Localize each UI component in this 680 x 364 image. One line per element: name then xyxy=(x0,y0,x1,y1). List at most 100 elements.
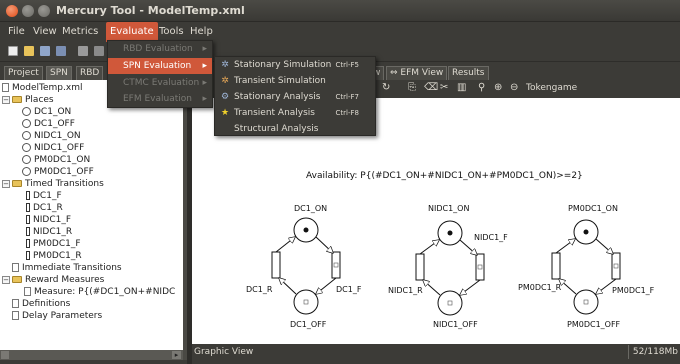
arc xyxy=(423,280,441,296)
tokengame-button[interactable]: Tokengame xyxy=(526,83,577,93)
tree-measure-item[interactable]: Measure: P{(#DC1_ON+#NIDC xyxy=(24,286,175,298)
transition-pm0dc1-r[interactable] xyxy=(551,252,561,280)
arc xyxy=(559,279,577,295)
submenu-arrow-icon: ▸ xyxy=(202,94,207,104)
tree-definitions[interactable]: Definitions xyxy=(12,298,70,310)
collapse-icon[interactable]: − xyxy=(2,95,10,104)
spn-evaluation-submenu: ✲ Stationary Simulation Ctrl-F5 ✲ Transient… xyxy=(214,56,376,136)
save-all-icon[interactable] xyxy=(56,46,66,56)
menu-metrics[interactable]: Metrics xyxy=(58,22,102,42)
cut-icon[interactable]: ✂ xyxy=(440,82,448,93)
transition-label: DC1_R xyxy=(246,285,273,294)
tree-place-item[interactable]: PM0DC1_ON xyxy=(22,154,90,166)
arc xyxy=(279,278,297,295)
memory-indicator: 52/118Mb xyxy=(627,345,678,359)
save-icon[interactable] xyxy=(40,46,50,56)
tab-spn[interactable]: SPN xyxy=(46,66,72,80)
scroll-right-arrow[interactable]: ▸ xyxy=(172,351,181,359)
place-icon xyxy=(22,119,31,128)
menu-item-transient-simulation[interactable]: ✲ Transient Simulation xyxy=(215,73,375,89)
submenu-arrow-icon: ▸ xyxy=(202,61,207,71)
delete-icon[interactable]: ⌫ xyxy=(424,82,438,93)
transition-label: DC1_F xyxy=(336,285,362,294)
menu-item-stationary-analysis[interactable]: ⚙ Stationary Analysis Ctrl-F7 xyxy=(215,89,375,105)
menu-file[interactable]: File xyxy=(4,22,29,42)
place-icon xyxy=(22,143,31,152)
transition-marker xyxy=(333,262,339,268)
transition-dc1-r[interactable] xyxy=(271,251,281,279)
tree-places[interactable]: − Places xyxy=(2,94,54,106)
document-icon xyxy=(24,287,31,296)
folder-icon xyxy=(12,276,22,283)
transition-nidc1-r[interactable] xyxy=(415,253,425,281)
tab-rbd[interactable]: RBD xyxy=(76,66,104,80)
zoom-in-icon[interactable]: ⊕ xyxy=(494,82,502,93)
tree-transition-item[interactable]: PM0DC1_R xyxy=(26,250,82,262)
redo-icon[interactable]: ↻ xyxy=(382,82,390,93)
tree-immediate-transitions[interactable]: Immediate Transitions xyxy=(12,262,122,274)
menu-item-rbd-evaluation[interactable]: RBD Evaluation ▸ xyxy=(108,41,212,57)
trash-icon[interactable]: ▥ xyxy=(457,82,466,93)
tree-transition-item[interactable]: PM0DC1_F xyxy=(26,238,81,250)
tree-transition-item[interactable]: DC1_R xyxy=(26,202,63,214)
menu-evaluate[interactable]: Evaluate xyxy=(106,22,158,42)
menu-item-structural-analysis[interactable]: Structural Analysis xyxy=(215,121,375,137)
new-file-icon[interactable] xyxy=(8,46,18,56)
menu-help[interactable]: Help xyxy=(186,22,217,42)
star-icon: ★ xyxy=(220,108,230,118)
menu-item-stationary-simulation[interactable]: ✲ Stationary Simulation Ctrl-F5 xyxy=(215,57,375,73)
tree-place-item[interactable]: PM0DC1_OFF xyxy=(22,166,94,178)
menu-item-efm-evaluation[interactable]: EFM Evaluation ▸ xyxy=(108,91,212,107)
tree-transition-item[interactable]: NIDC1_R xyxy=(26,226,72,238)
place-label: PM0DC1_OFF xyxy=(567,320,621,329)
menu-item-transient-analysis[interactable]: ★ Transient Analysis Ctrl-F8 xyxy=(215,105,375,121)
tree-place-item[interactable]: NIDC1_OFF xyxy=(22,142,84,154)
place-label: NIDC1_ON xyxy=(428,204,469,213)
status-view-label: Graphic View xyxy=(194,347,254,357)
tree-place-item[interactable]: DC1_OFF xyxy=(22,118,75,130)
document-icon xyxy=(12,263,19,272)
tree-place-item[interactable]: DC1_ON xyxy=(22,106,71,118)
place-label: DC1_OFF xyxy=(290,320,327,329)
zoom-icon[interactable]: ⚲ xyxy=(478,82,485,93)
export-icon[interactable] xyxy=(94,46,104,56)
project-tree: ModelTemp.xml − Places DC1_ON DC1_OFF NID… xyxy=(0,80,183,350)
open-folder-icon[interactable] xyxy=(24,46,34,56)
tree-reward-measures[interactable]: − Reward Measures xyxy=(2,274,104,286)
menu-item-spn-evaluation[interactable]: SPN Evaluation ▸ xyxy=(108,58,212,74)
tab-project[interactable]: Project xyxy=(4,66,43,80)
spn-net-nidc1: NIDC1_ON NIDC1_OFF NIDC1_R NIDC1_F xyxy=(388,204,508,329)
transition-label: PM0DC1_F xyxy=(612,286,655,295)
tree-delay-parameters[interactable]: Delay Parameters xyxy=(12,310,102,322)
zoom-out-icon[interactable]: ⊖ xyxy=(510,82,518,93)
collapse-icon[interactable]: − xyxy=(2,179,10,188)
tree-transition-item[interactable]: DC1_F xyxy=(26,190,62,202)
tab-results[interactable]: Results xyxy=(448,66,489,80)
tree-timed-transitions[interactable]: − Timed Transitions xyxy=(2,178,104,190)
menu-item-ctmc-evaluation[interactable]: CTMC Evaluation ▸ xyxy=(108,75,212,91)
spn-net-dc1: DC1_ON DC1_OFF DC1_R DC1_F xyxy=(246,204,362,329)
print-icon[interactable] xyxy=(78,46,88,56)
tree-place-item[interactable]: NIDC1_ON xyxy=(22,130,81,142)
tab-efm-view[interactable]: ⇔ EFM View xyxy=(386,66,448,80)
tree-transition-item[interactable]: NIDC1_F xyxy=(26,214,71,226)
maximize-window-button[interactable] xyxy=(38,5,50,17)
token xyxy=(447,230,453,236)
menu-view[interactable]: View xyxy=(29,22,61,42)
tree-root[interactable]: ModelTemp.xml xyxy=(2,82,82,94)
tree-horizontal-scrollbar[interactable]: ▸ xyxy=(0,350,183,360)
transition-icon xyxy=(26,191,30,200)
minimize-window-button[interactable] xyxy=(22,5,34,17)
submenu-arrow-icon: ▸ xyxy=(202,44,207,54)
collapse-icon[interactable]: − xyxy=(2,275,10,284)
close-window-button[interactable] xyxy=(6,5,18,17)
scroll-left-arrow[interactable] xyxy=(1,351,9,359)
copy-icon[interactable]: ⎘ xyxy=(408,82,416,93)
token-count-marker xyxy=(583,299,589,305)
document-icon xyxy=(2,83,9,92)
document-icon xyxy=(12,299,19,308)
transition-icon xyxy=(26,215,30,224)
token xyxy=(303,227,309,233)
menu-tools[interactable]: Tools xyxy=(155,22,188,42)
submenu-arrow-icon: ▸ xyxy=(202,78,207,88)
